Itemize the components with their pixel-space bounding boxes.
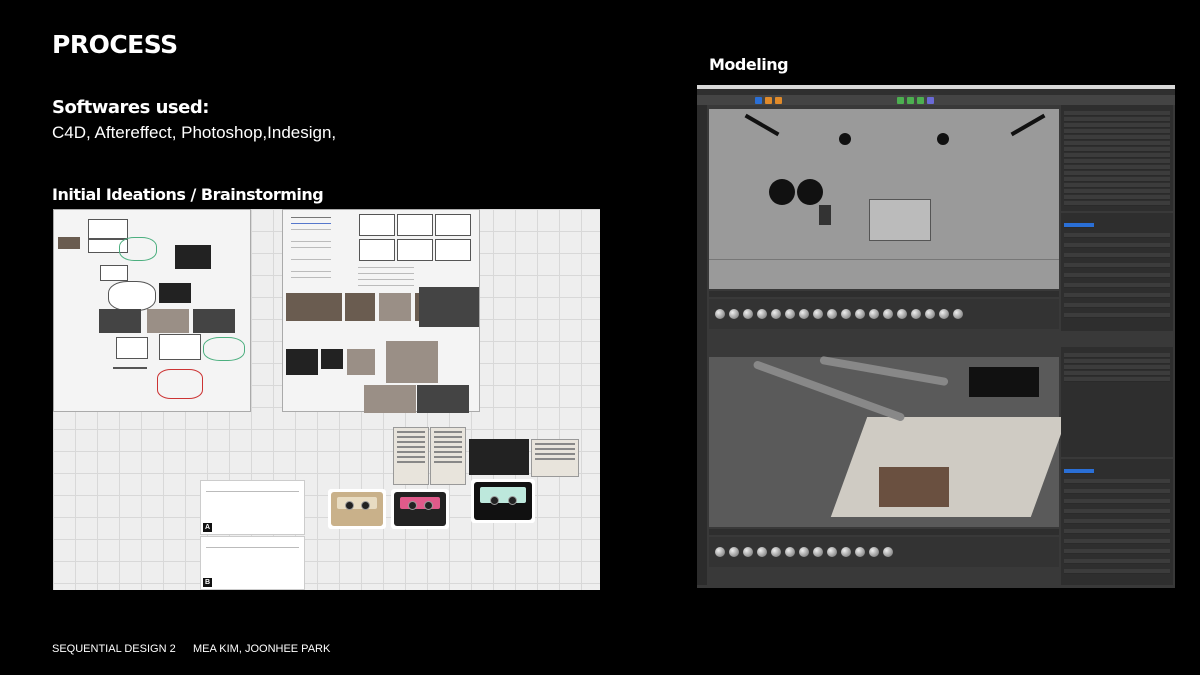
reference-photo [286,349,318,375]
sketch-drawing [108,281,156,311]
timeline [709,291,1059,297]
page-title: PROCESS [52,30,178,59]
reference-photo [321,349,343,369]
pen-model [819,355,949,387]
footer-course: SEQUENTIAL DESIGN 2 [52,643,176,655]
handwriting-sheet-a: A [200,480,305,535]
storyboard-sketch [435,214,471,236]
attributes-panel [1061,213,1173,331]
storyboard-sketch [397,239,433,261]
book-model [969,367,1039,397]
storyboard-sketch [359,239,395,261]
timeline [709,529,1059,535]
tool-icon [907,97,914,104]
reel-object [797,179,823,205]
reference-photo [364,385,416,413]
reference-photo [99,309,141,333]
tool-icon [897,97,904,104]
tool-icon [917,97,924,104]
cassette-image [471,479,535,523]
tool-icon [927,97,934,104]
software-heading: Softwares used: [52,97,209,118]
reference-photo [469,439,529,475]
storyboard-sketch [88,219,128,239]
attributes-panel-2 [1061,459,1173,585]
ideation-heading: Initial Ideations / Brainstorming [52,185,324,204]
newspaper-image [393,427,429,485]
object-manager-panel-2 [1061,347,1173,457]
sketch-line [113,367,147,369]
red-sketch [157,369,203,399]
tool-icon [775,97,782,104]
left-toolbar [697,105,707,585]
newspaper-image [430,427,466,485]
sheet-b-tag: B [203,578,212,587]
reference-photo [417,385,469,413]
sketch-drawing [100,265,128,281]
lamp-object [1010,113,1046,137]
newspaper-image [531,439,579,477]
tool-icon [765,97,772,104]
green-scribble [119,237,157,261]
software-list: C4D, Aftereffect, Photoshop,Indesign, [52,123,337,142]
reference-photo [386,341,438,383]
newspaper-model [830,417,1068,517]
modeling-heading: Modeling [709,55,789,74]
object [937,133,949,145]
object [819,205,831,225]
sketch-lines [353,263,419,289]
reference-photo [159,283,191,303]
viewport-front [709,109,1059,289]
object [839,133,851,145]
green-scribble [203,337,245,361]
reference-photo [58,237,80,249]
storyboard-sketch [359,214,395,236]
grid-line [709,259,1059,260]
cassette-image [391,489,449,529]
handwriting-sheet-b: B [200,536,305,590]
sketch-drawing [116,337,148,359]
footer-authors: MEA KIM, JOONHEE PARK [193,643,331,655]
sketch-drawing [159,334,201,360]
reference-photo [419,287,479,327]
reference-photo [347,349,375,375]
material-manager [709,537,1059,567]
reference-photo [286,293,342,321]
reference-photo [345,293,375,321]
material-manager [709,299,1059,329]
reference-photo [175,245,211,269]
brainstorm-board-screenshot: A B [53,209,600,590]
sheet-a-tag: A [203,523,212,532]
storyboard-sketch [397,214,433,236]
photo-model [879,467,949,507]
notes-text [286,213,336,287]
tool-icon [755,97,762,104]
viewport-perspective [709,355,1068,527]
object-manager-panel [1061,105,1173,211]
reference-photo [193,309,235,333]
wireframe-object [869,199,931,241]
reel-object [769,179,795,205]
reference-photo [147,309,189,333]
cassette-image [328,489,386,529]
c4d-modeling-screenshot [697,85,1175,588]
reference-photo [379,293,411,321]
lamp-object [744,113,780,137]
toolbar [697,95,1175,105]
storyboard-sketch [435,239,471,261]
